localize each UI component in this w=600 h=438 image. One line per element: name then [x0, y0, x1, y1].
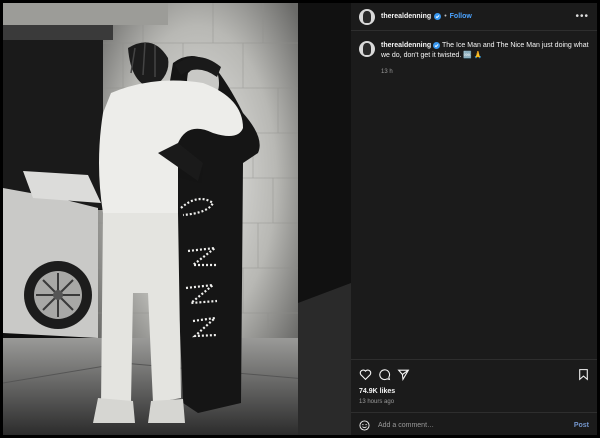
post-button[interactable]: Post	[574, 422, 589, 429]
likes-count[interactable]: 74.9K likes	[359, 388, 395, 395]
post-image[interactable]	[3, 3, 351, 435]
caption-time[interactable]: 13 h	[381, 67, 591, 77]
post-actions: 74.9K likes 13 hours ago Add a comment… …	[351, 359, 597, 436]
separator-dot: •	[444, 13, 447, 20]
comment-icon[interactable]	[378, 368, 391, 381]
caption-avatar[interactable]	[359, 41, 375, 57]
caption-comment: therealdenning The Ice Man and The Nice …	[359, 41, 591, 77]
post-sidebar: therealdenning • Follow ••• therealdenni…	[351, 3, 597, 435]
caption-body: therealdenning The Ice Man and The Nice …	[381, 41, 591, 77]
bookmark-icon[interactable]	[577, 368, 590, 381]
username-link[interactable]: therealdenning	[381, 13, 431, 20]
post-photo-art	[3, 3, 351, 435]
follow-button[interactable]: Follow	[450, 13, 472, 20]
add-comment-row: Add a comment… Post	[351, 412, 597, 437]
verified-icon	[434, 13, 442, 20]
posted-time[interactable]: 13 hours ago	[359, 399, 394, 405]
share-icon[interactable]	[397, 368, 410, 381]
more-options-icon[interactable]: •••	[575, 11, 589, 22]
verified-icon	[433, 41, 441, 49]
caption-username[interactable]: therealdenning	[381, 42, 431, 49]
add-comment-input[interactable]: Add a comment…	[378, 422, 574, 429]
post-header: therealdenning • Follow •••	[351, 3, 597, 31]
emoji-icon[interactable]	[359, 419, 370, 431]
heart-icon[interactable]	[359, 368, 372, 381]
avatar[interactable]	[359, 8, 375, 25]
